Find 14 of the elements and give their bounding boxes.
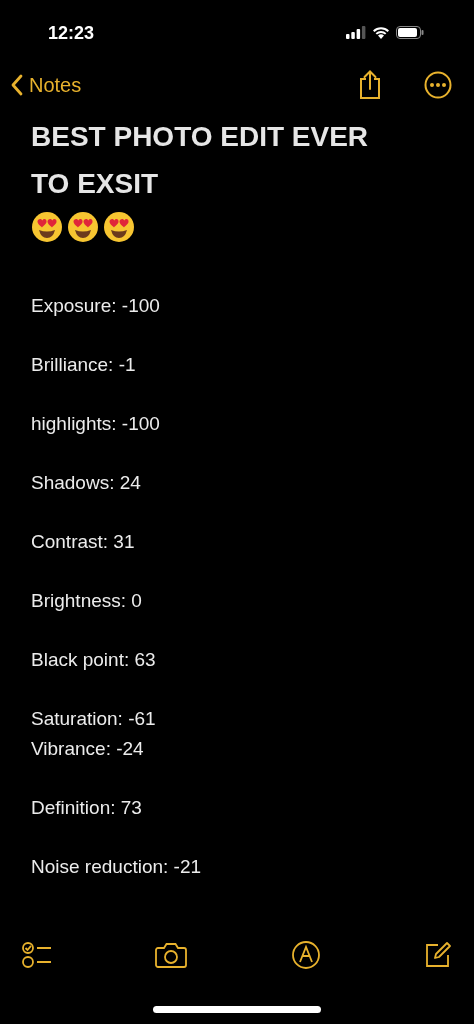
note-line: Definition: 73	[31, 795, 142, 820]
note-line: Vibrance: -24	[31, 736, 144, 761]
note-line: Contrast: 31	[31, 530, 135, 554]
note-line: Saturation: -61	[31, 707, 156, 731]
note-line: Exposure: -100	[31, 294, 160, 318]
status-time: 12:23	[48, 21, 95, 45]
note-line: Noise reduction: -21	[31, 854, 202, 879]
note-line: Brilliance: -1	[31, 353, 136, 377]
note-title: BEST PHOTO EDIT EVER TO EXSIT	[31, 120, 370, 201]
note-line: highlights: -100	[31, 412, 160, 436]
note-line: Shadows: 24	[31, 471, 141, 495]
note-line: Brightness: 0	[31, 589, 142, 613]
back-button[interactable]: Notes	[10, 70, 82, 100]
note-line: Black point: 63	[31, 648, 156, 672]
